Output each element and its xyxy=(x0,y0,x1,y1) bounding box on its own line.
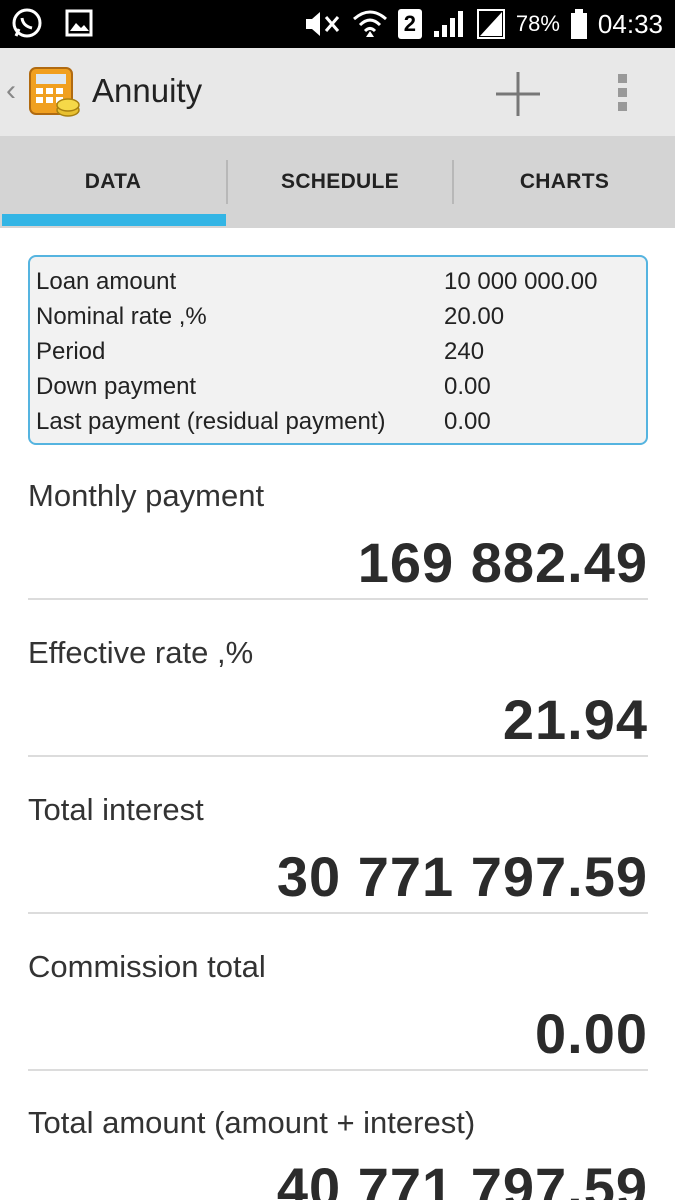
input-value: 0.00 xyxy=(444,373,491,400)
input-summary-box[interactable]: Loan amount 10 000 000.00 Nominal rate ,… xyxy=(28,255,648,445)
tab-indicator xyxy=(2,214,226,226)
input-label: Down payment xyxy=(36,373,197,400)
input-label: Loan amount xyxy=(36,268,177,295)
battery-percent: 78% xyxy=(515,11,560,36)
tab-charts[interactable]: CHARTS xyxy=(454,136,675,228)
result-value: 21.94 xyxy=(502,688,648,751)
input-row-last-payment: Last payment (residual payment) 0.00 xyxy=(36,405,644,439)
clock: 04:33 xyxy=(597,8,663,39)
mute-icon xyxy=(305,12,340,36)
signal-icon xyxy=(433,11,463,37)
result-value: 30 771 797.59 xyxy=(276,845,648,908)
back-chevron-icon[interactable]: ‹ xyxy=(6,74,16,108)
status-bar: 2 78% 04:33 xyxy=(0,0,675,48)
app-title: Annuity xyxy=(92,72,203,109)
input-value: 0.00 xyxy=(444,408,491,435)
divider xyxy=(28,912,648,914)
result-total-amount: Total amount (amount + interest) 40 771 … xyxy=(28,1105,648,1200)
overflow-menu-icon[interactable] xyxy=(606,68,638,118)
tab-schedule[interactable]: SCHEDULE xyxy=(228,136,452,228)
divider xyxy=(28,1069,648,1071)
input-row-nominal-rate: Nominal rate ,% 20.00 xyxy=(36,300,644,334)
whatsapp-icon xyxy=(12,8,42,38)
signal-2-icon xyxy=(476,9,505,39)
input-row-period: Period 240 xyxy=(36,335,644,369)
input-value: 10 000 000.00 xyxy=(444,268,598,295)
result-value: 40 771 797.59 xyxy=(276,1156,648,1200)
result-monthly-payment: Monthly payment 169 882.49 xyxy=(28,478,648,602)
add-icon[interactable] xyxy=(490,66,546,122)
result-label: Total interest xyxy=(28,792,204,827)
wifi-icon xyxy=(352,10,387,37)
input-row-loan-amount: Loan amount 10 000 000.00 xyxy=(36,265,644,299)
calculator-coins-icon[interactable] xyxy=(28,66,80,118)
input-row-down-payment: Down payment 0.00 xyxy=(36,370,644,404)
gallery-icon xyxy=(65,9,93,37)
result-total-interest: Total interest 30 771 797.59 xyxy=(28,792,648,916)
battery-icon xyxy=(570,9,587,39)
input-value: 240 xyxy=(444,338,485,365)
input-value: 20.00 xyxy=(444,303,505,330)
divider xyxy=(28,598,648,600)
result-value: 169 882.49 xyxy=(357,531,648,594)
result-label: Commission total xyxy=(28,949,266,984)
result-commission-total: Commission total 0.00 xyxy=(28,949,648,1073)
input-label: Period xyxy=(36,338,106,365)
result-effective-rate: Effective rate ,% 21.94 xyxy=(28,635,648,759)
action-bar: ‹ Annuity xyxy=(0,48,675,136)
result-label: Effective rate ,% xyxy=(28,635,254,670)
divider xyxy=(28,755,648,757)
result-value: 0.00 xyxy=(535,1002,648,1065)
sim-badge: 2 xyxy=(397,9,422,39)
result-label: Total amount (amount + interest) xyxy=(28,1105,476,1140)
result-label: Monthly payment xyxy=(28,478,265,513)
input-label: Nominal rate ,% xyxy=(36,303,207,330)
input-label: Last payment (residual payment) xyxy=(36,408,386,435)
